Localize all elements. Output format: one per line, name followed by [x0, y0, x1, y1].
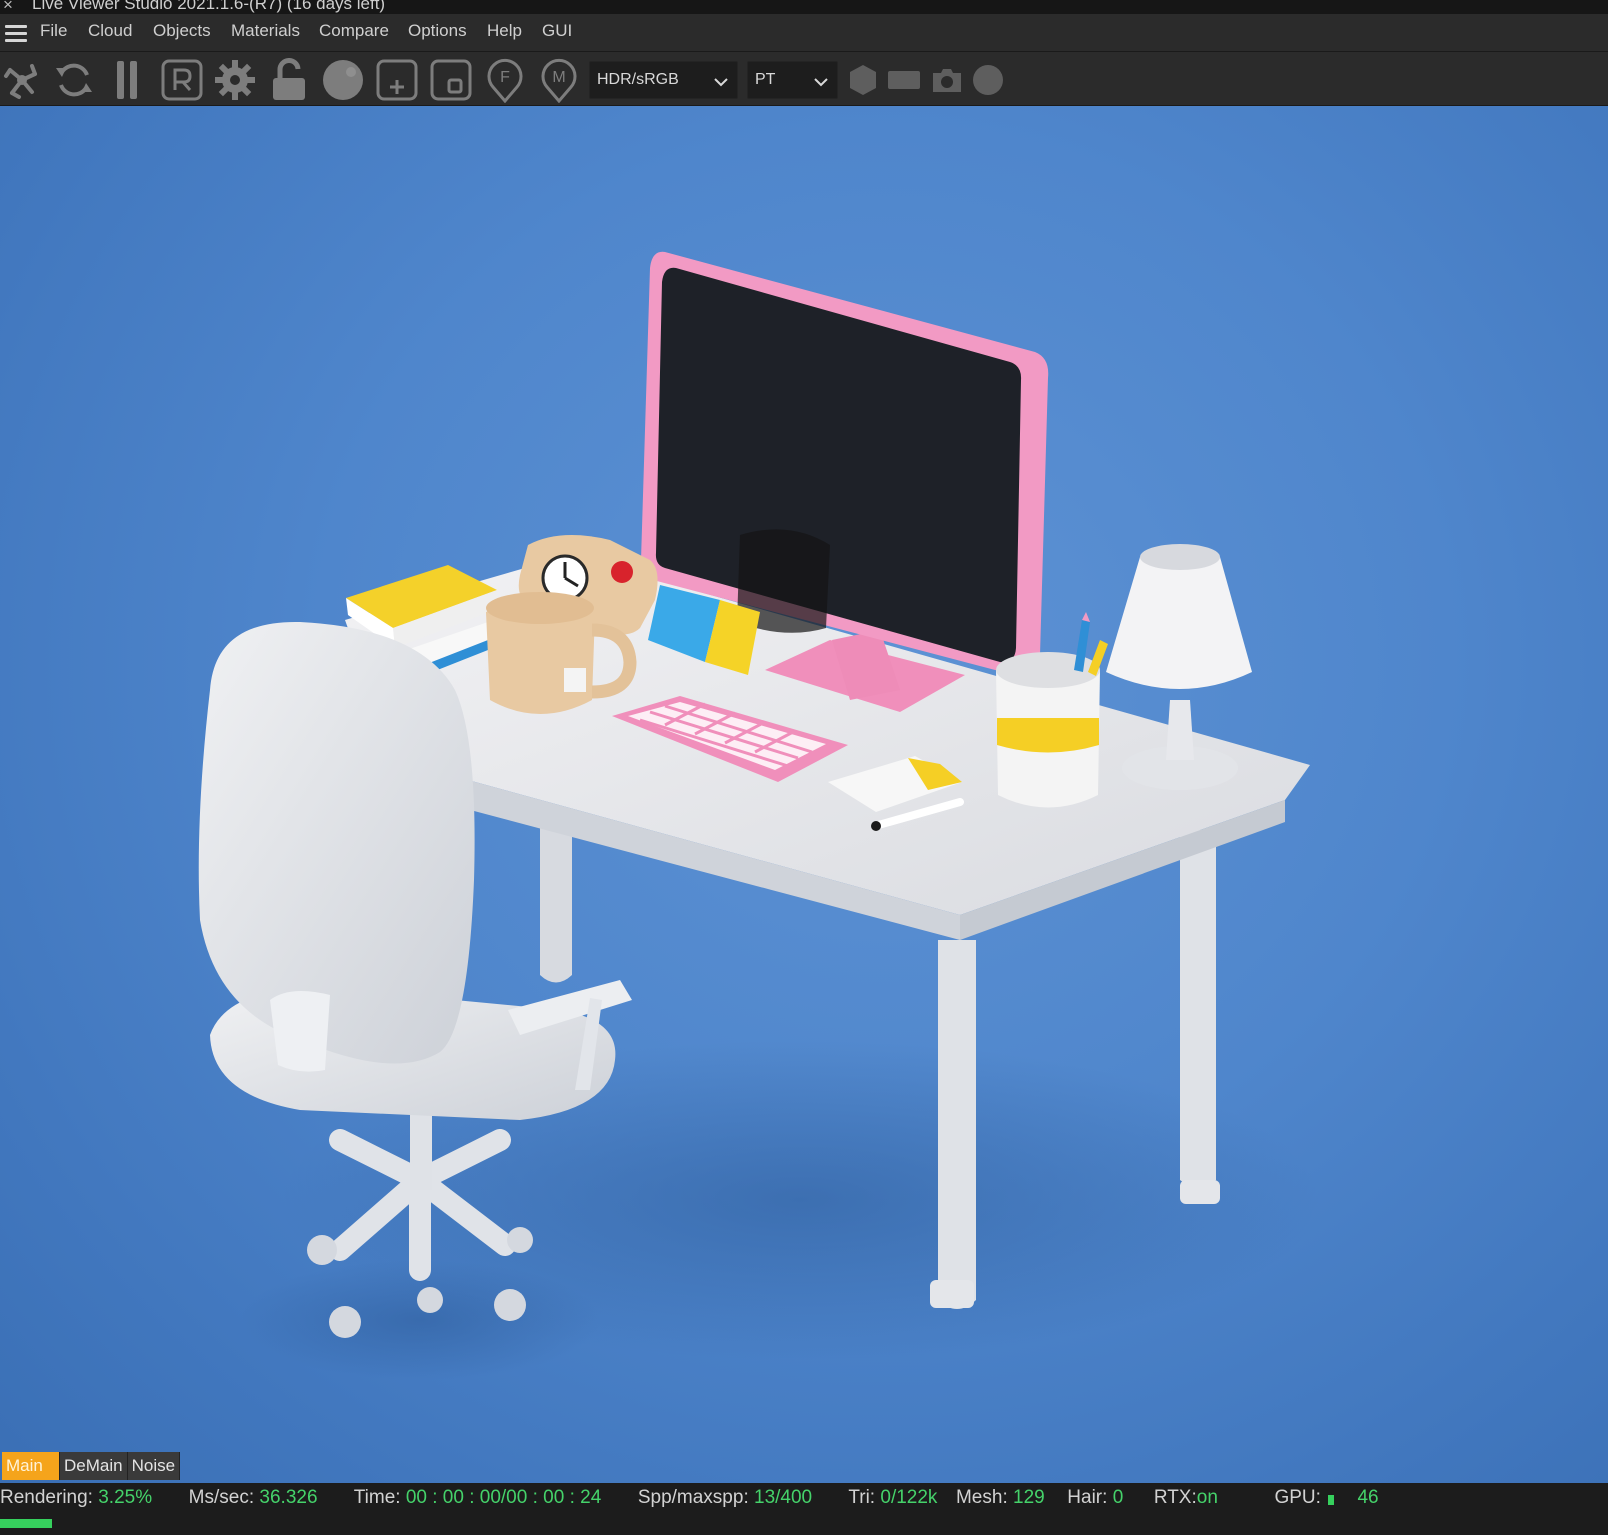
tri-value: 0/122k	[880, 1487, 938, 1508]
color-space-value: HDR/sRGB	[597, 71, 679, 88]
hair-value: 0	[1112, 1487, 1124, 1508]
pause-icon[interactable]	[105, 58, 149, 102]
region-render-icon[interactable]	[160, 58, 204, 102]
hair-label: Hair:	[1067, 1487, 1108, 1508]
chevron-down-icon	[814, 74, 828, 92]
add-region-icon[interactable]	[375, 58, 419, 102]
material-picker-icon[interactable]: M	[537, 58, 581, 103]
circle-icon[interactable]	[966, 58, 1010, 102]
material-sphere-icon[interactable]	[321, 58, 365, 102]
fit-region-icon[interactable]	[429, 58, 473, 102]
spp-value: 13/400	[754, 1487, 813, 1508]
render-viewport[interactable]	[0, 106, 1608, 1483]
settings-gear-icon[interactable]	[213, 58, 257, 102]
ms-sec-label: Ms/sec:	[188, 1487, 255, 1508]
send-scene-icon[interactable]	[0, 58, 44, 102]
rtx-label: RTX:	[1153, 1487, 1197, 1508]
toolbar: F M HDR/sRGB PT	[0, 52, 1608, 106]
gpu-bar-icon	[1328, 1495, 1335, 1505]
window-title: Live Viewer Studio 2021.1.6-(R7) (16 day…	[32, 0, 386, 13]
tab-noise[interactable]: Noise	[127, 1452, 181, 1480]
render-stats: Rendering: 3.25% Ms/sec: 36.326 Time: 00…	[0, 1487, 1379, 1509]
camera-icon[interactable]	[925, 58, 969, 102]
spp-label: Spp/maxspp:	[637, 1487, 749, 1508]
render-progress-bar	[0, 1519, 1608, 1528]
menu-help[interactable]: Help	[487, 21, 522, 41]
close-icon[interactable]: ×	[3, 0, 13, 14]
tab-demain[interactable]: DeMain	[60, 1452, 128, 1480]
rectangle-icon[interactable]	[882, 58, 926, 102]
menu-options[interactable]: Options	[408, 21, 467, 41]
rendering-label: Rendering:	[0, 1487, 93, 1508]
color-space-select[interactable]: HDR/sRGB	[589, 61, 738, 99]
rendering-value: 3.25%	[98, 1487, 153, 1508]
focus-picker-icon[interactable]: F	[483, 58, 527, 103]
menu-file[interactable]: File	[40, 21, 67, 41]
title-bar: × Live Viewer Studio 2021.1.6-(R7) (16 d…	[0, 0, 1608, 14]
menu-compare[interactable]: Compare	[319, 21, 389, 41]
tab-main[interactable]: Main	[2, 1452, 60, 1480]
kernel-select[interactable]: PT	[747, 61, 838, 99]
gpu-value: 46	[1357, 1487, 1379, 1508]
render-progress-fill	[0, 1519, 52, 1528]
refresh-icon[interactable]	[52, 58, 96, 102]
chevron-down-icon	[714, 74, 728, 92]
gpu-label: GPU:	[1274, 1487, 1321, 1508]
tri-label: Tri:	[848, 1487, 876, 1508]
svg-text:M: M	[552, 69, 565, 86]
menu-bar: File Cloud Objects Materials Compare Opt…	[0, 14, 1608, 52]
menu-materials[interactable]: Materials	[231, 21, 300, 41]
status-bar: Rendering: 3.25% Ms/sec: 36.326 Time: 00…	[0, 1483, 1608, 1535]
rtx-value: on	[1196, 1487, 1218, 1508]
mesh-label: Mesh:	[955, 1487, 1008, 1508]
mesh-value: 129	[1013, 1487, 1045, 1508]
hamburger-menu-icon[interactable]	[5, 25, 27, 43]
object-hexagon-icon[interactable]	[841, 58, 885, 102]
menu-cloud[interactable]: Cloud	[88, 21, 132, 41]
menu-objects[interactable]: Objects	[153, 21, 211, 41]
render-image	[198, 251, 1320, 1380]
ms-sec-value: 36.326	[259, 1487, 318, 1508]
lock-icon[interactable]	[267, 58, 311, 102]
svg-text:F: F	[500, 69, 510, 86]
menu-gui[interactable]: GUI	[542, 21, 572, 41]
render-buffer-tabs: Main DeMain Noise	[2, 1452, 181, 1480]
time-value: 00 : 00 : 00/00 : 00 : 24	[405, 1487, 602, 1508]
kernel-value: PT	[755, 71, 776, 88]
time-label: Time:	[353, 1487, 401, 1508]
